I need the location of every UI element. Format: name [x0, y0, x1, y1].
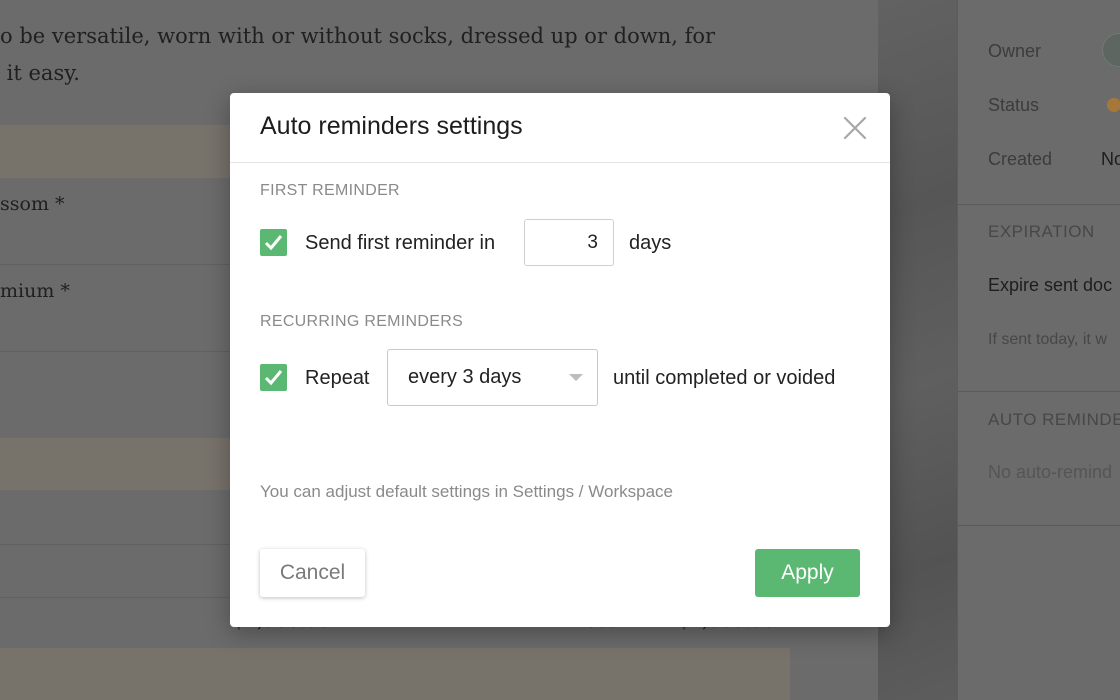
auto-reminders-text: No auto-remind [988, 462, 1113, 482]
expiration-title: EXPIRATION [988, 222, 1095, 241]
auto-reminders-title: AUTO REMINDE [988, 410, 1120, 429]
created-value: No [1101, 149, 1120, 169]
owner-label: Owner [988, 41, 1042, 61]
sidebar: Owner Status Created No EXPIRATION Expir… [957, 0, 1120, 700]
first-reminder-checkbox[interactable] [260, 229, 287, 256]
checkmark-icon [264, 370, 283, 386]
row-label: ssom * [0, 193, 65, 215]
status-dot-icon [1107, 98, 1120, 112]
table-header-band [0, 648, 790, 700]
settings-hint: You can adjust default settings in Setti… [260, 482, 673, 501]
checkmark-icon [264, 235, 283, 251]
divider [958, 391, 1120, 392]
apply-button[interactable]: Apply [755, 549, 860, 597]
first-reminder-section-title: FIRST REMINDER [260, 182, 400, 199]
auto-reminders-modal: Auto reminders settings FIRST REMINDER S… [230, 93, 890, 627]
doc-line: o be versatile, worn with or without soc… [0, 24, 716, 48]
modal-title: Auto reminders settings [260, 112, 523, 140]
status-label: Status [988, 95, 1040, 115]
cancel-button[interactable]: Cancel [260, 549, 365, 597]
days-unit-label: days [629, 232, 672, 254]
first-reminder-days-input[interactable]: 3 [524, 219, 614, 266]
row-label: mium * [0, 280, 70, 302]
expiration-text: Expire sent doc [988, 275, 1113, 295]
repeat-interval-value: every 3 days [408, 366, 522, 388]
close-icon[interactable] [842, 115, 868, 141]
first-reminder-label: Send first reminder in [305, 232, 496, 254]
repeat-checkbox[interactable] [260, 364, 287, 391]
repeat-suffix-label: until completed or voided [613, 367, 836, 389]
chevron-down-icon [569, 374, 583, 381]
repeat-label: Repeat [305, 367, 370, 389]
divider [958, 525, 1120, 526]
owner-avatar[interactable] [1102, 33, 1120, 67]
divider [958, 204, 1120, 205]
expiration-hint: If sent today, it w [988, 331, 1107, 348]
repeat-interval-select[interactable]: every 3 days [387, 349, 598, 406]
header-divider [230, 162, 890, 163]
recurring-section-title: RECURRING REMINDERS [260, 313, 464, 330]
created-label: Created [988, 149, 1053, 169]
doc-line: it easy. [0, 61, 80, 85]
document-text: o be versatile, worn with or without soc… [0, 18, 715, 92]
